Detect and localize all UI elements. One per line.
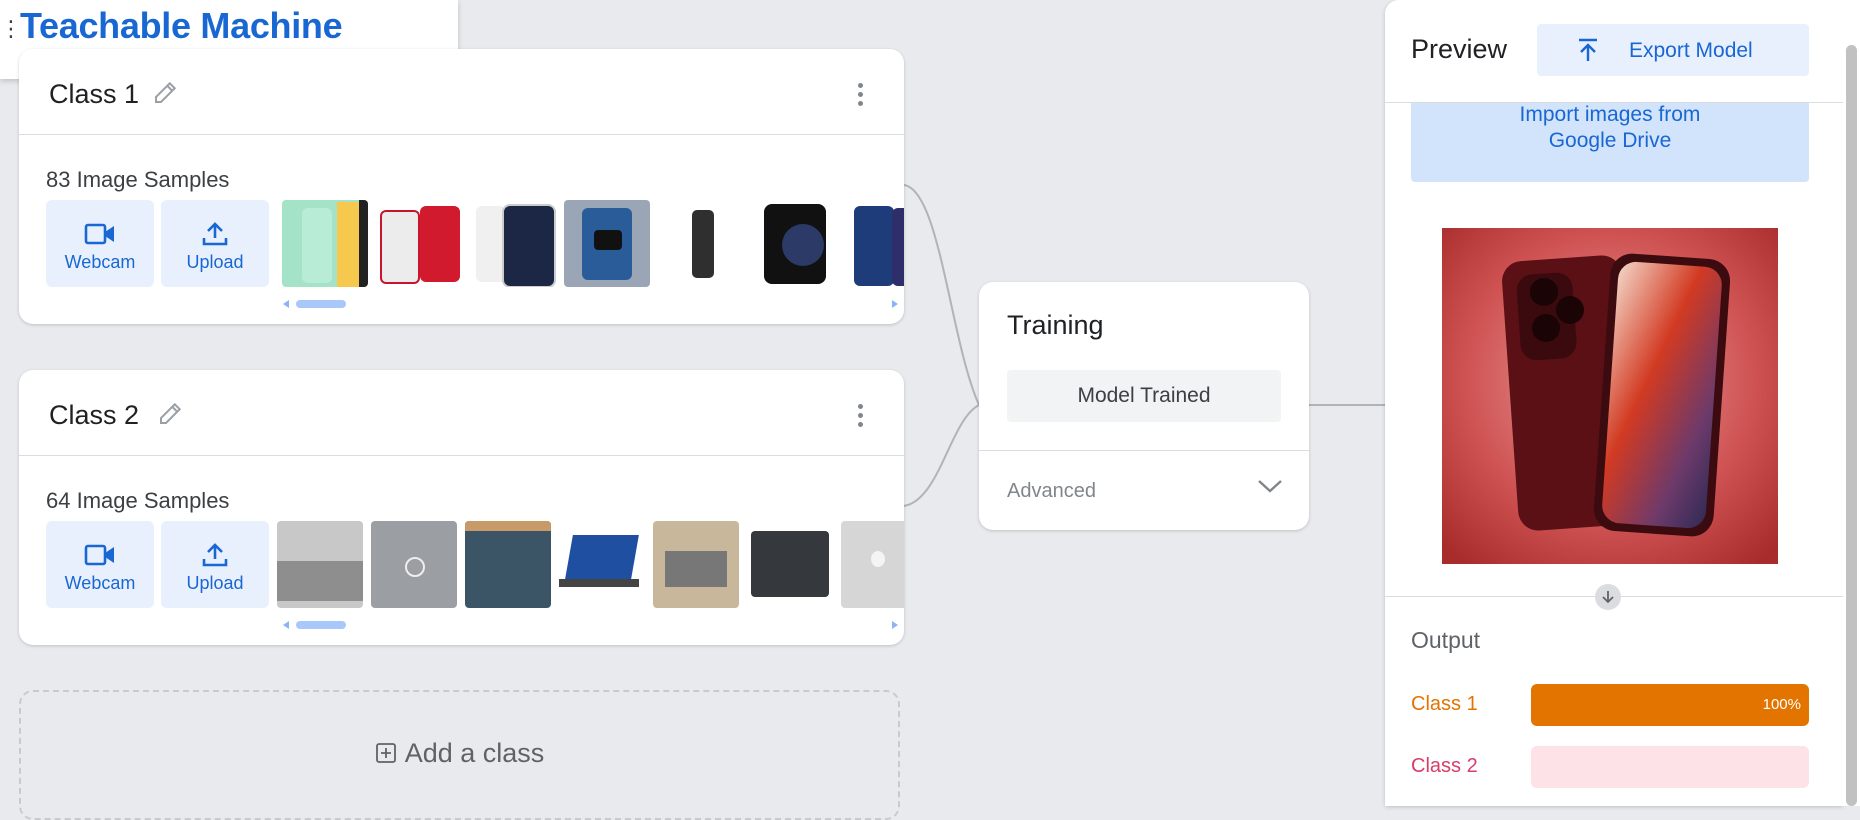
confidence-bar: 100% — [1531, 684, 1809, 726]
add-class-label: Add a class — [404, 738, 545, 768]
preview-image — [1442, 228, 1778, 564]
preview-panel: Import images from Google Drive Preview … — [1385, 0, 1843, 806]
advanced-toggle[interactable]: Advanced — [1007, 480, 1096, 503]
video-camera-icon — [84, 223, 114, 245]
scroll-right-arrow[interactable] — [892, 621, 898, 629]
thumbnail-green-iphone[interactable] — [282, 200, 368, 287]
divider — [979, 450, 1309, 451]
upload-icon — [202, 543, 228, 567]
output-label: Class 2 — [1411, 755, 1478, 777]
webcam-label: Webcam — [64, 252, 136, 272]
thumbnail-dark-laptop[interactable] — [465, 521, 551, 608]
preview-header: Preview Export Model — [1385, 0, 1843, 103]
class-name[interactable]: Class 2 — [49, 400, 139, 431]
thumbnail-red-iphone-8[interactable] — [376, 200, 462, 287]
upload-label: Upload — [186, 573, 244, 593]
confidence-bar — [1531, 746, 1809, 788]
upload-label: Upload — [186, 252, 244, 272]
thumbnail-blue-iphone[interactable] — [564, 200, 650, 287]
scroll-right-arrow[interactable] — [892, 300, 898, 308]
scroll-left-arrow[interactable] — [283, 621, 289, 629]
training-title: Training — [1007, 310, 1104, 340]
scroll-left-arrow[interactable] — [283, 300, 289, 308]
thumbnail-strip[interactable] — [277, 521, 904, 608]
upload-icon — [202, 222, 228, 246]
thumbnail-silver-laptop[interactable] — [277, 521, 363, 608]
upload-button[interactable]: Upload — [161, 200, 269, 287]
sample-count: 64 Image Samples — [46, 488, 230, 513]
class-card-header: Class 1 — [19, 49, 904, 135]
thumbnail-strip[interactable] — [282, 200, 904, 287]
thumbnail-scrollbar[interactable] — [296, 621, 346, 629]
export-model-button[interactable]: Export Model — [1537, 24, 1809, 76]
drive-line-2: Google Drive — [1548, 129, 1672, 152]
confidence-percent: 100% — [1762, 696, 1801, 713]
add-box-icon — [375, 743, 396, 763]
thumbnail-macbook[interactable] — [841, 521, 904, 608]
add-class-button[interactable]: Add a class — [19, 690, 900, 820]
thumbnail-windows-laptop[interactable] — [559, 521, 645, 608]
more-options-icon[interactable] — [858, 83, 864, 109]
thumbnail-blue-iphone-12[interactable] — [846, 200, 904, 287]
output-title: Output — [1411, 627, 1481, 653]
thumbnail-black-iphone[interactable] — [658, 200, 744, 287]
thumbnail-scrollbar[interactable] — [296, 300, 346, 308]
export-label: Export Model — [1629, 39, 1753, 62]
import-google-drive-button[interactable]: Import images from Google Drive — [1411, 102, 1809, 182]
class-card-1: Class 1 83 Image Samples Webcam Upload — [19, 49, 904, 324]
video-camera-icon — [84, 544, 114, 566]
arrow-down-icon — [1595, 584, 1621, 610]
output-label: Class 1 — [1411, 693, 1478, 715]
sample-count: 83 Image Samples — [46, 167, 230, 192]
model-trained-button[interactable]: Model Trained — [1007, 370, 1281, 422]
drive-line-1: Import images from — [1519, 103, 1701, 126]
edit-pencil-icon[interactable] — [156, 398, 186, 428]
app-title[interactable]: Teachable Machine — [20, 4, 343, 48]
thumbnail-laptop-on-wood[interactable] — [653, 521, 739, 608]
page-scrollbar[interactable] — [1843, 0, 1860, 806]
upload-button[interactable]: Upload — [161, 521, 269, 608]
webcam-button[interactable]: Webcam — [46, 521, 154, 608]
thumbnail-black-laptop[interactable] — [747, 521, 833, 608]
webcam-label: Webcam — [64, 573, 136, 593]
thumbnail-iphone-12[interactable] — [752, 200, 838, 287]
webcam-button[interactable]: Webcam — [46, 200, 154, 287]
red-iphone-image — [1442, 228, 1778, 564]
preview-title: Preview — [1411, 34, 1508, 64]
class-card-2: Class 2 64 Image Samples Webcam Upload — [19, 370, 904, 645]
chevron-down-icon[interactable] — [1257, 478, 1283, 494]
edit-pencil-icon[interactable] — [151, 77, 181, 107]
thumbnail-dell-laptop[interactable] — [371, 521, 457, 608]
thumbnail-white-iphone[interactable] — [470, 200, 556, 287]
menu-icon[interactable]: ⋮ — [0, 16, 22, 42]
export-upload-icon — [1579, 38, 1597, 61]
training-card: Training Model Trained Advanced — [979, 282, 1309, 530]
class-card-header: Class 2 — [19, 370, 904, 456]
class-name[interactable]: Class 1 — [49, 79, 139, 110]
more-options-icon[interactable] — [858, 404, 864, 430]
